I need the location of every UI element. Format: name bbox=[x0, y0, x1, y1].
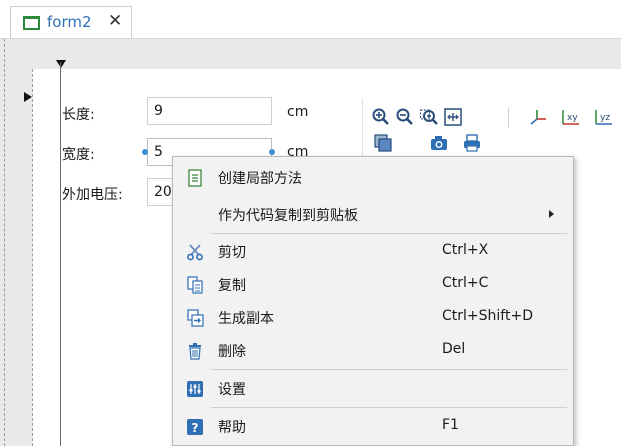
form-left-edge bbox=[32, 69, 33, 446]
menu-item-cut[interactable]: 剪切 Ctrl+X bbox=[173, 237, 573, 267]
menu-item-duplicate[interactable]: 生成副本 Ctrl+Shift+D bbox=[173, 303, 573, 333]
context-menu: 创建局部方法 作为代码复制到剪贴板 剪切 Ctrl+X 复制 Ctrl+C 生成… bbox=[172, 156, 574, 446]
menu-item-label: 作为代码复制到剪贴板 bbox=[218, 208, 358, 224]
xy-view-icon[interactable]: xy bbox=[561, 107, 581, 127]
length-label: 长度: bbox=[62, 107, 95, 123]
duplicate-icon bbox=[186, 309, 204, 327]
zoom-extents-icon[interactable] bbox=[443, 107, 463, 127]
column-guide-line bbox=[60, 62, 61, 446]
voltage-label: 外加电压: bbox=[62, 187, 123, 203]
tab-form2[interactable]: form2 ✕ bbox=[10, 6, 132, 38]
menu-separator bbox=[211, 233, 567, 234]
selection-handle-right[interactable] bbox=[269, 149, 275, 155]
menu-item-label: 复制 bbox=[218, 278, 246, 294]
help-icon: ? bbox=[186, 418, 204, 436]
scene-light-icon[interactable] bbox=[373, 133, 393, 153]
document-icon bbox=[186, 169, 204, 187]
zoom-out-icon[interactable] bbox=[395, 107, 415, 127]
menu-separator bbox=[211, 407, 567, 408]
width-label: 宽度: bbox=[62, 147, 95, 163]
menu-item-copy[interactable]: 复制 Ctrl+C bbox=[173, 270, 573, 300]
settings-icon bbox=[186, 380, 204, 398]
submenu-arrow-icon bbox=[549, 210, 554, 218]
length-unit: cm bbox=[287, 104, 309, 120]
copy-icon bbox=[186, 276, 204, 294]
3d-axis-icon[interactable] bbox=[528, 107, 548, 127]
column-grid-marker[interactable] bbox=[56, 60, 66, 68]
yz-view-icon[interactable]: yz bbox=[594, 107, 614, 127]
print-icon[interactable] bbox=[462, 133, 482, 153]
menu-item-delete[interactable]: 删除 Del bbox=[173, 336, 573, 366]
close-tab-button[interactable]: ✕ bbox=[108, 11, 122, 31]
row-grid-marker[interactable] bbox=[24, 92, 32, 102]
document-tab-strip: form2 ✕ bbox=[0, 0, 621, 39]
scissors-icon bbox=[186, 243, 204, 261]
menu-item-shortcut: Ctrl+Shift+D bbox=[442, 308, 533, 324]
menu-item-copy-as-code[interactable]: 作为代码复制到剪贴板 bbox=[173, 200, 573, 230]
svg-text:yz: yz bbox=[600, 113, 610, 123]
trash-icon bbox=[186, 342, 204, 360]
menu-item-label: 生成副本 bbox=[218, 311, 274, 327]
menu-item-label: 帮助 bbox=[218, 420, 246, 436]
camera-icon[interactable] bbox=[429, 133, 449, 153]
form-icon bbox=[23, 16, 40, 30]
menu-item-settings[interactable]: 设置 bbox=[173, 374, 573, 404]
length-input[interactable]: 9 bbox=[147, 97, 272, 125]
menu-item-shortcut: Ctrl+C bbox=[442, 275, 489, 291]
menu-item-label: 删除 bbox=[218, 344, 246, 360]
menu-item-label: 设置 bbox=[218, 382, 246, 398]
menu-item-shortcut: Ctrl+X bbox=[442, 242, 489, 258]
menu-item-shortcut: Del bbox=[442, 341, 466, 357]
tab-label: form2 bbox=[47, 13, 92, 31]
toolbar-separator bbox=[508, 108, 509, 128]
menu-item-label: 创建局部方法 bbox=[218, 171, 302, 187]
menu-item-create-local-method[interactable]: 创建局部方法 bbox=[173, 163, 573, 193]
zoom-in-icon[interactable] bbox=[371, 107, 391, 127]
menu-separator bbox=[211, 369, 567, 370]
svg-text:?: ? bbox=[192, 421, 199, 435]
menu-item-label: 剪切 bbox=[218, 245, 246, 261]
menu-item-shortcut: F1 bbox=[442, 417, 459, 433]
zoom-box-icon[interactable] bbox=[419, 107, 439, 127]
svg-text:xy: xy bbox=[567, 113, 578, 123]
menu-item-help[interactable]: ? 帮助 F1 bbox=[173, 412, 573, 442]
canvas-left-border bbox=[4, 39, 5, 446]
selection-handle-left[interactable] bbox=[142, 149, 148, 155]
